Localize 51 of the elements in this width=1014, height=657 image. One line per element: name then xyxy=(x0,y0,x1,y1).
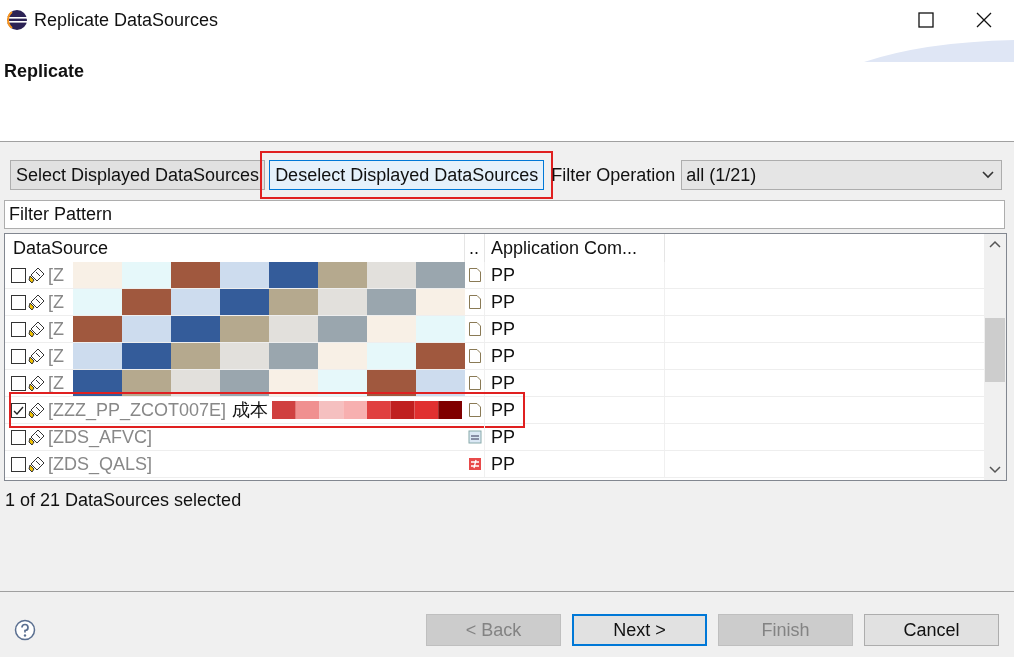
filter-dropdown[interactable]: all (1/21) xyxy=(681,160,1002,190)
datasource-icon xyxy=(28,320,46,338)
window-title: Replicate DataSources xyxy=(34,8,219,32)
checkbox[interactable] xyxy=(11,321,26,337)
status-text: 1 of 21 DataSources selected xyxy=(4,489,243,512)
datasource-name: [Z xyxy=(48,344,64,368)
table-cell-text: PP xyxy=(491,290,515,314)
checkbox[interactable] xyxy=(11,348,26,364)
table-cell-text: PP xyxy=(491,371,515,395)
checkbox[interactable] xyxy=(11,402,26,418)
datasource-icon xyxy=(28,428,46,446)
datasource-icon xyxy=(28,374,46,392)
datasource-name: [Z xyxy=(48,290,64,314)
table-cell-text: PP xyxy=(491,263,515,287)
datasource-icon xyxy=(28,266,46,284)
checkbox[interactable] xyxy=(11,375,26,391)
page-title: Replicate xyxy=(4,60,85,83)
close-icon xyxy=(976,12,992,28)
datasource-icon xyxy=(28,347,46,365)
checkbox[interactable] xyxy=(11,456,26,472)
checkbox[interactable] xyxy=(11,429,26,445)
column-header[interactable]: Application Com... xyxy=(485,234,665,262)
toolbar-button[interactable]: Select Displayed DataSources xyxy=(10,160,266,190)
table-cell-text: PP xyxy=(491,317,515,341)
datasource-name: [ZZZ_PP_ZCOT007E] xyxy=(48,398,227,423)
scroll-up-icon xyxy=(989,240,1001,248)
maximize-icon xyxy=(918,12,934,28)
app-logo-icon xyxy=(6,9,28,31)
datasource-name: [Z xyxy=(48,263,64,287)
datasource-name: [ZDS_AFVC] xyxy=(48,425,153,450)
scroll-down-icon xyxy=(989,466,1001,474)
datasource-name: [Z xyxy=(48,317,64,341)
datasource-icon xyxy=(28,455,46,473)
scrollbar[interactable] xyxy=(984,234,1006,480)
dialog-button[interactable]: Cancel xyxy=(864,614,999,646)
table-cell-text: PP xyxy=(491,344,515,368)
datasource-description: 成本 xyxy=(232,398,269,422)
dialog-button[interactable]: Next > xyxy=(572,614,707,646)
table-cell-text: PP xyxy=(491,452,515,476)
filter-pattern-field[interactable]: Filter Pattern xyxy=(4,200,1005,229)
scrollbar-thumb[interactable] xyxy=(985,318,1005,382)
datasource-icon xyxy=(28,293,46,311)
column-header[interactable]: .. xyxy=(465,234,485,262)
table-cell-text: PP xyxy=(491,398,515,422)
table-cell-text: PP xyxy=(491,425,515,449)
checkbox[interactable] xyxy=(11,294,26,310)
datasource-name: [ZDS_QALS] xyxy=(48,452,153,477)
datasource-icon xyxy=(28,401,46,419)
dropdown-caret-icon xyxy=(981,170,995,180)
checkbox[interactable] xyxy=(11,267,26,283)
help-icon[interactable] xyxy=(14,619,36,641)
